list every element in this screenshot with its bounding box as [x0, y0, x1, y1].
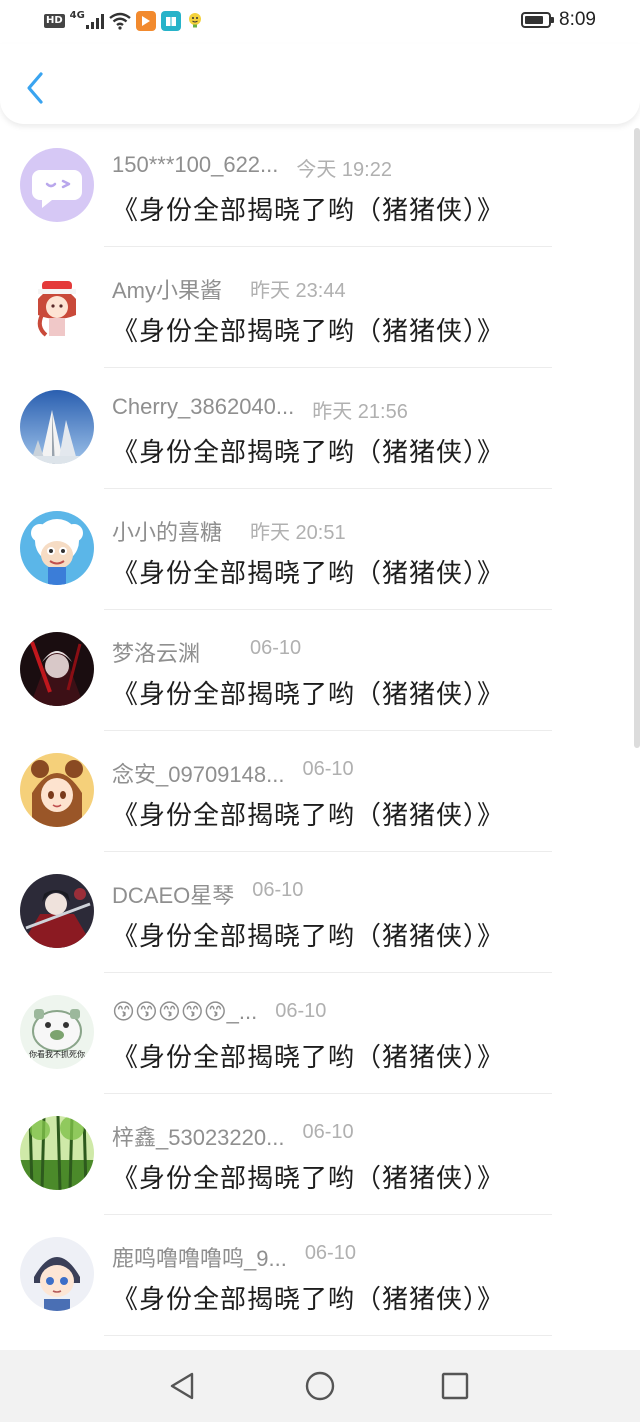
timestamp: 06-10: [302, 1121, 354, 1143]
name-line: Cherry_3862040... 昨天 21:56: [112, 394, 532, 423]
user-name: 小小的喜糖: [112, 520, 223, 545]
conversation-row[interactable]: 梦洛云渊 06-10 《身份全部揭晓了哟（猪猪侠）》: [0, 610, 640, 731]
timestamp: 昨天 20:51: [250, 522, 346, 544]
timestamp: 今天 19:22: [296, 159, 392, 181]
conversation-row[interactable]: Cherry_3862040... 昨天 21:56 《身份全部揭晓了哟（猪猪侠）》: [0, 368, 640, 489]
conversation-row[interactable]: DCAEO星琴 06-10 《身份全部揭晓了哟（猪猪侠）》: [0, 852, 640, 973]
name-line: Amy小果酱 昨天 23:44: [112, 273, 532, 303]
name-line: DCAEO星琴 06-10: [112, 878, 532, 908]
conversation-row[interactable]: 150***100_622... 今天 19:22 《身份全部揭晓了哟（猪猪侠）》: [0, 126, 640, 247]
timestamp: 06-10: [250, 637, 302, 659]
message-text: 《身份全部揭晓了哟（猪猪侠）》: [112, 438, 505, 468]
name-line: 鹿鸣噜噜噜鸣_9... 06-10: [112, 1241, 532, 1271]
avatar-caption: 你看我不抓死你: [29, 1049, 85, 1059]
message-text: 《身份全部揭晓了哟（猪猪侠）》: [112, 1285, 505, 1315]
avatar[interactable]: [20, 1116, 94, 1190]
mascot-app-icon: [186, 10, 204, 32]
message-text: 《身份全部揭晓了哟（猪猪侠）》: [112, 801, 505, 831]
wifi-icon: [109, 12, 131, 30]
square-recents-icon: [441, 1372, 469, 1400]
signal-icon: [85, 13, 104, 29]
timestamp: 06-10: [304, 1242, 356, 1264]
system-nav-bar: [0, 1350, 640, 1422]
divider: [104, 1335, 552, 1336]
timestamp: 06-10: [275, 1000, 327, 1022]
avatar[interactable]: 你看我不抓死你: [20, 995, 94, 1069]
conversation-row[interactable]: 小小的喜糖 昨天 20:51 《身份全部揭晓了哟（猪猪侠）》: [0, 489, 640, 610]
nav-recents-button[interactable]: [435, 1366, 475, 1406]
hd-badge: HD: [44, 14, 65, 28]
user-name: DCAEO星琴: [112, 883, 235, 908]
avatar[interactable]: [20, 1237, 94, 1311]
nav-home-button[interactable]: [300, 1366, 340, 1406]
message-text: 《身份全部揭晓了哟（猪猪侠）》: [112, 680, 505, 710]
timestamp: 昨天 23:44: [250, 280, 346, 302]
user-name: Cherry_3862040...: [112, 394, 295, 419]
name-line: 150***100_622... 今天 19:22: [112, 152, 532, 181]
scrollbar[interactable]: [634, 128, 640, 748]
top-app-bar: [0, 44, 640, 124]
battery-level: [525, 16, 543, 24]
battery-icon: [521, 12, 555, 28]
name-line: 梦洛云渊 06-10: [112, 636, 532, 666]
timestamp: 昨天 21:56: [312, 401, 408, 423]
status-right: 8:09: [521, 9, 596, 31]
message-text: 《身份全部揭晓了哟（猪猪侠）》: [112, 1043, 505, 1073]
back-button[interactable]: [18, 66, 54, 106]
name-line: 小小的喜糖 昨天 20:51: [112, 515, 532, 545]
user-name: Amy小果酱: [112, 278, 223, 303]
conversation-row[interactable]: 梓鑫_53023220... 06-10 《身份全部揭晓了哟（猪猪侠）》: [0, 1094, 640, 1215]
avatar[interactable]: [20, 390, 94, 464]
user-name: 150***100_622...: [112, 152, 279, 177]
avatar[interactable]: [20, 511, 94, 585]
name-line: 念安_09709148... 06-10: [112, 757, 532, 787]
timestamp: 06-10: [252, 879, 304, 901]
message-text: 《身份全部揭晓了哟（猪猪侠）》: [112, 922, 505, 952]
video-app-icon: [135, 11, 156, 31]
network-type: 4G: [69, 9, 85, 21]
user-name: 梦洛云渊: [112, 641, 201, 666]
name-line: 梓鑫_53023220... 06-10: [112, 1120, 532, 1150]
message-text: 《身份全部揭晓了哟（猪猪侠）》: [112, 559, 505, 589]
user-name: 😙😙😙😙😙_...: [112, 999, 258, 1024]
avatar[interactable]: [20, 632, 94, 706]
clock: 8:09: [559, 9, 596, 30]
status-bar: HD 4G 8:09: [0, 0, 640, 44]
user-name: 梓鑫_53023220...: [112, 1125, 285, 1150]
conversation-row[interactable]: Amy小果酱 昨天 23:44 《身份全部揭晓了哟（猪猪侠）》: [0, 247, 640, 368]
circle-home-icon: [305, 1371, 335, 1401]
avatar[interactable]: [20, 753, 94, 827]
message-text: 《身份全部揭晓了哟（猪猪侠）》: [112, 196, 505, 226]
book-app-icon: [160, 11, 181, 31]
conversation-row[interactable]: 你看我不抓死你 😙😙😙😙😙_... 06-10 《身份全部揭晓了哟（猪猪侠）》: [0, 973, 640, 1094]
status-left: HD 4G: [44, 10, 204, 32]
message-text: 《身份全部揭晓了哟（猪猪侠）》: [112, 1164, 505, 1194]
avatar[interactable]: [20, 269, 94, 343]
conversation-row[interactable]: 鹿鸣噜噜噜鸣_9... 06-10 《身份全部揭晓了哟（猪猪侠）》: [0, 1215, 640, 1336]
avatar[interactable]: [20, 874, 94, 948]
timestamp: 06-10: [302, 758, 354, 780]
nav-back-button[interactable]: [163, 1366, 203, 1406]
triangle-back-icon: [170, 1372, 194, 1400]
chevron-left-icon: [27, 72, 43, 104]
user-name: 念安_09709148...: [112, 762, 285, 787]
avatar[interactable]: [20, 148, 94, 222]
conversation-row[interactable]: 念安_09709148... 06-10 《身份全部揭晓了哟（猪猪侠）》: [0, 731, 640, 852]
user-name: 鹿鸣噜噜噜鸣_9...: [112, 1246, 287, 1271]
name-line: 😙😙😙😙😙_... 06-10: [112, 999, 532, 1027]
message-text: 《身份全部揭晓了哟（猪猪侠）》: [112, 317, 505, 347]
conversation-list: 150***100_622... 今天 19:22 《身份全部揭晓了哟（猪猪侠）》 A…: [0, 126, 640, 1336]
